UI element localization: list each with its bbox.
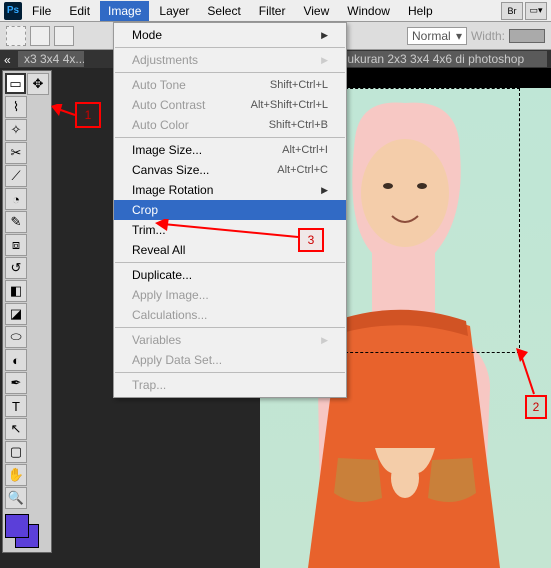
menu-edit[interactable]: Edit [61,1,98,21]
submenu-arrow-icon: ▶ [321,30,328,41]
menu-auto-contrast[interactable]: Auto ContrastAlt+Shift+Ctrl+L [114,95,346,115]
clone-tool[interactable]: ⧈ [5,234,27,256]
menu-duplicate[interactable]: Duplicate... [114,265,346,285]
hand-tool[interactable]: ✋ [5,464,27,486]
menu-filter[interactable]: Filter [251,1,294,21]
menu-image[interactable]: Image [100,1,149,21]
foreground-color[interactable] [5,514,29,538]
option-btn-1[interactable] [30,26,50,46]
dodge-tool[interactable]: ◐ [5,349,27,371]
pen-tool[interactable]: ✒ [5,372,27,394]
menu-help[interactable]: Help [400,1,441,21]
marquee-selection[interactable] [340,88,520,353]
menu-view[interactable]: View [295,1,337,21]
menu-auto-color[interactable]: Auto ColorShift+Ctrl+B [114,115,346,135]
history-brush-tool[interactable]: ↺ [5,257,27,279]
path-tool[interactable]: ↖ [5,418,27,440]
menu-canvas-size[interactable]: Canvas Size...Alt+Ctrl+C [114,160,346,180]
width-input[interactable] [509,29,545,43]
menu-apply-image[interactable]: Apply Image... [114,285,346,305]
color-swatches[interactable] [5,514,45,550]
marquee-tool[interactable]: ▭ [5,73,26,94]
annotation-3: 3 [298,228,324,252]
image-menu-dropdown: Mode▶ Adjustments▶ Auto ToneShift+Ctrl+L… [113,22,347,398]
menu-variables[interactable]: Variables▶ [114,330,346,350]
menu-calculations[interactable]: Calculations... [114,305,346,325]
menu-file[interactable]: File [24,1,59,21]
move-tool[interactable]: ✥ [27,73,49,95]
menu-window[interactable]: Window [339,1,398,21]
eraser-tool[interactable]: ◧ [5,280,27,302]
tab-collapse-icon[interactable]: « [4,53,16,65]
blur-tool[interactable]: ⬭ [5,326,27,348]
menu-bar: Ps File Edit Image Layer Select Filter V… [0,0,551,22]
menu-crop[interactable]: Crop [114,200,346,220]
menu-adjustments[interactable]: Adjustments▶ [114,50,346,70]
width-label: Width: [471,29,505,43]
bridge-button[interactable]: Br [501,2,523,20]
menu-select[interactable]: Select [199,1,248,21]
chevron-down-icon: ▾ [456,29,462,43]
blend-mode-label: Normal [412,29,451,43]
wand-tool[interactable]: ✧ [5,119,27,141]
annotation-arrow-2 [516,348,546,398]
submenu-arrow-icon: ▶ [321,335,328,346]
shape-tool[interactable]: ▢ [5,441,27,463]
document-tab-2[interactable]: foto ukuran 2x3 3x4 4x6 di photoshop [318,51,547,67]
annotation-2: 2 [525,395,547,419]
annotation-arrow-1 [51,104,79,122]
screen-mode-button[interactable]: ▭▾ [525,2,547,20]
menu-layer[interactable]: Layer [151,1,197,21]
menu-image-rotation[interactable]: Image Rotation▶ [114,180,346,200]
submenu-arrow-icon: ▶ [321,185,328,196]
zoom-tool[interactable]: 🔍 [5,487,27,509]
brush-tool[interactable]: ✎ [5,211,27,233]
document-tab-1[interactable]: x3 3x4 4x... [18,51,84,67]
option-btn-2[interactable] [54,26,74,46]
menu-auto-tone[interactable]: Auto ToneShift+Ctrl+L [114,75,346,95]
menu-apply-data-set[interactable]: Apply Data Set... [114,350,346,370]
menu-image-size[interactable]: Image Size...Alt+Ctrl+I [114,140,346,160]
lasso-tool[interactable]: ⌇ [5,96,27,118]
blend-mode-select[interactable]: Normal ▾ [407,27,467,45]
tools-panel: ▭ ✥ ⌇ ✧ ✂ ⟋ ◔ ✎ ⧈ ↺ ◧ ◪ ⬭ ◐ ✒ T ↖ ▢ ✋ 🔍 [2,70,52,553]
menu-trap[interactable]: Trap... [114,375,346,395]
annotation-arrow [155,219,300,241]
type-tool[interactable]: T [5,395,27,417]
submenu-arrow-icon: ▶ [321,55,328,66]
gradient-tool[interactable]: ◪ [5,303,27,325]
menu-mode[interactable]: Mode▶ [114,25,346,45]
app-logo: Ps [4,2,22,20]
tool-preset[interactable] [6,26,26,46]
crop-tool[interactable]: ✂ [5,142,27,164]
slice-tool[interactable]: ⟋ [5,165,27,187]
healing-tool[interactable]: ◔ [5,188,27,210]
